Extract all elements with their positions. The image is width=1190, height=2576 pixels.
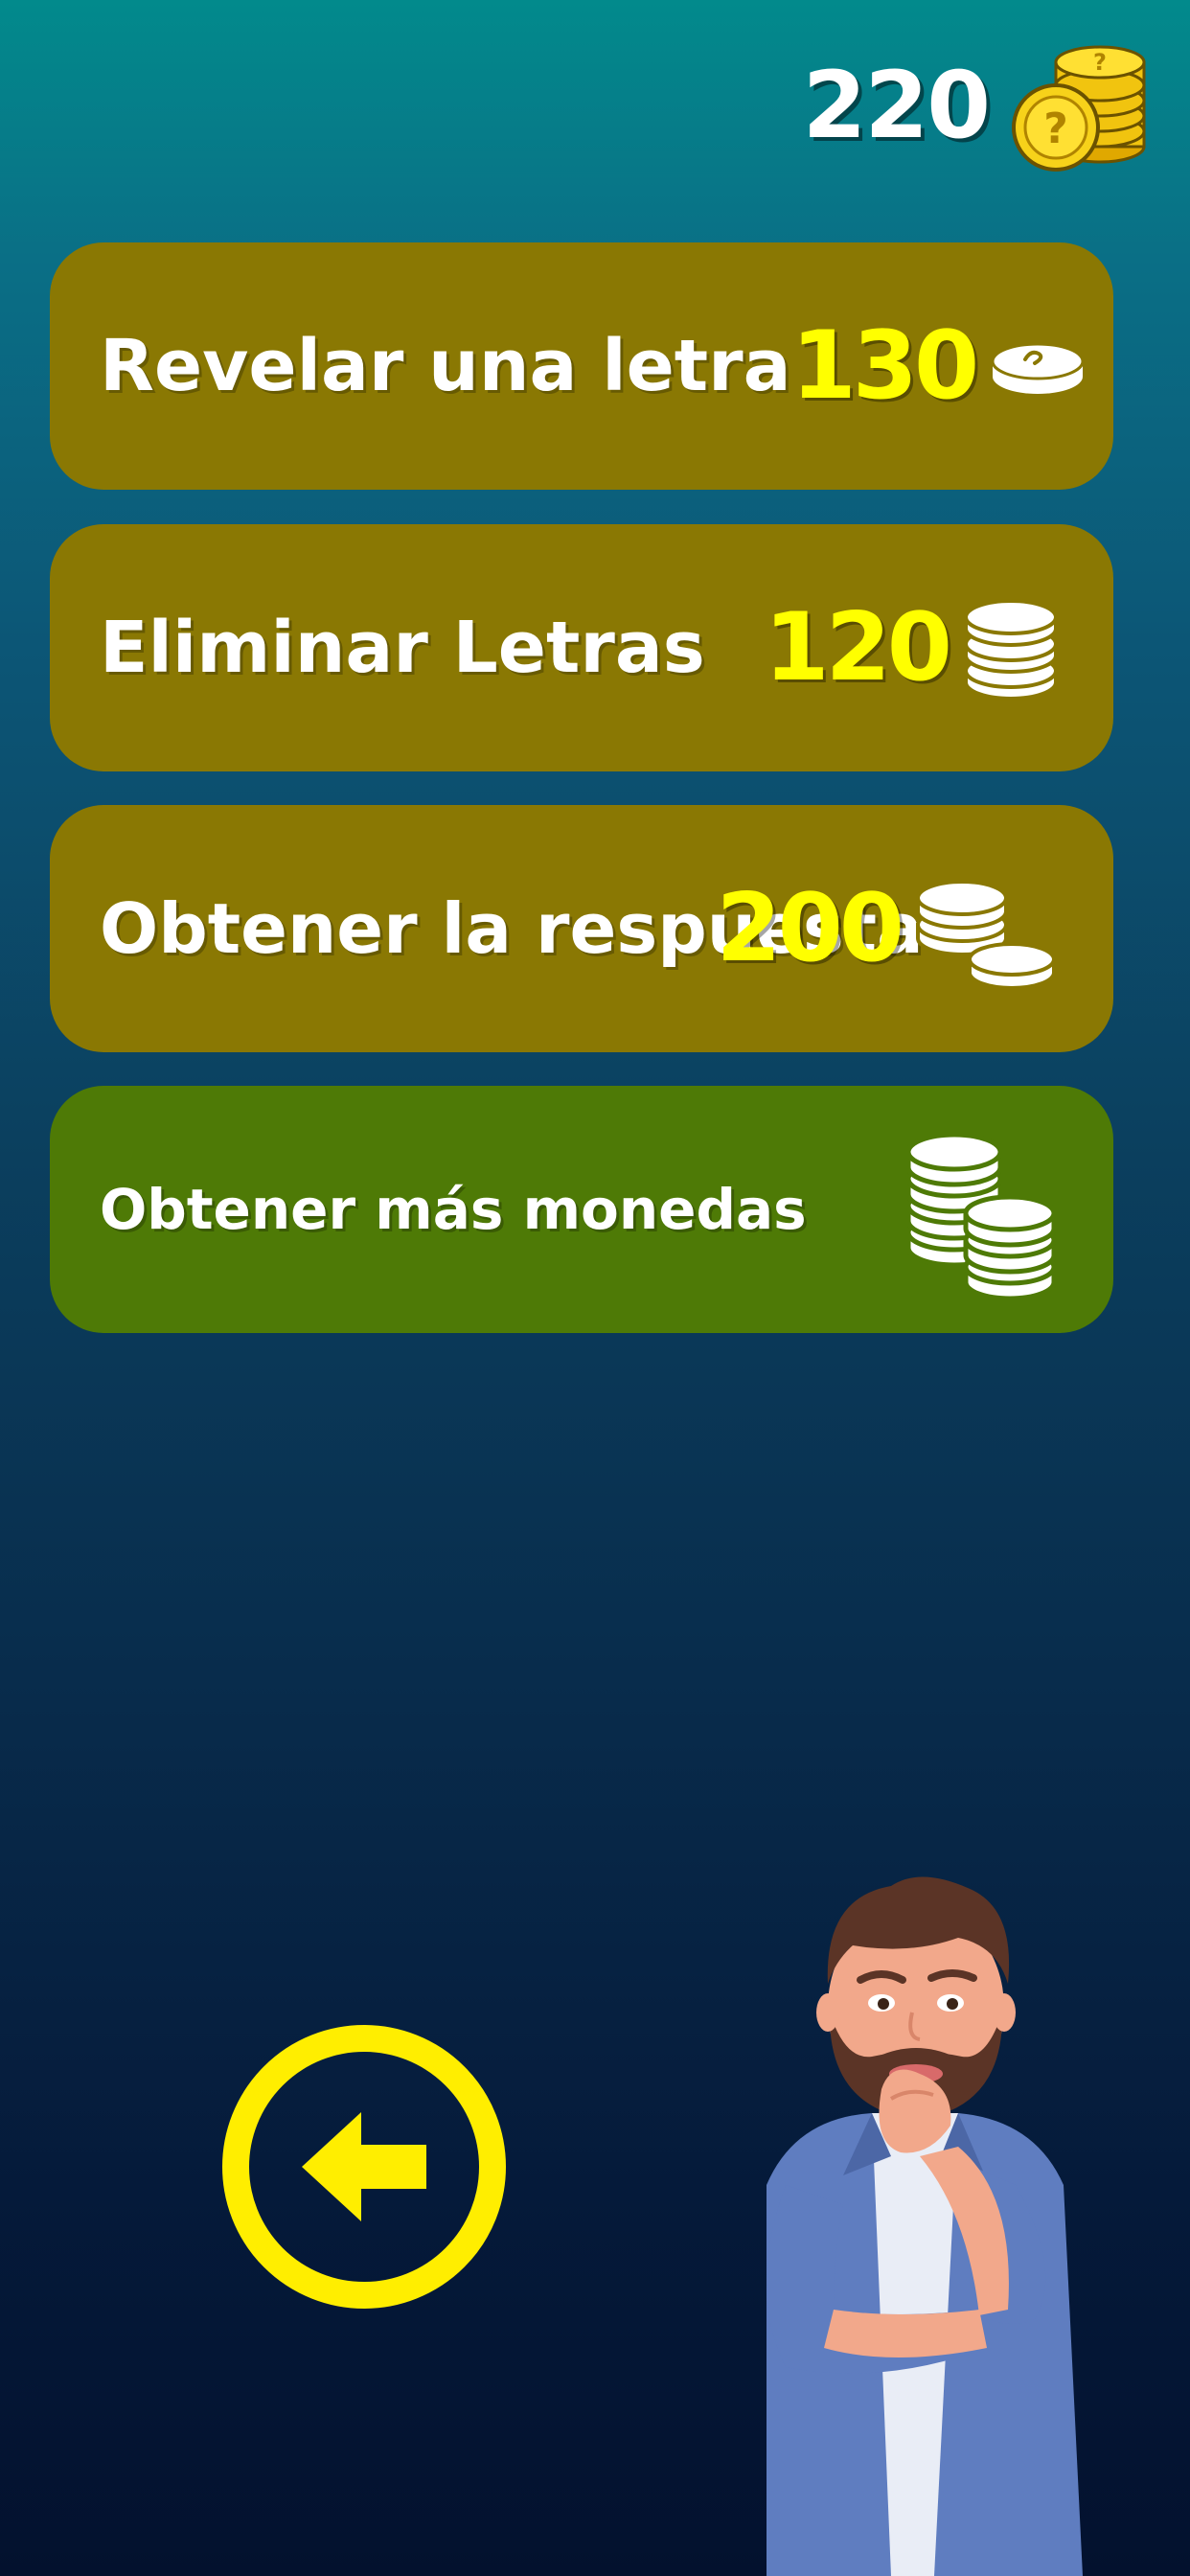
back-button[interactable] xyxy=(222,2025,506,2309)
get-answer-cost: 200 xyxy=(716,874,904,983)
coin-stacks-icon xyxy=(916,880,1056,990)
reveal-letter-label: Revelar una letra xyxy=(100,325,791,407)
svg-text:?: ? xyxy=(1093,49,1107,76)
coin-balance: 220 ? ? xyxy=(803,29,1152,182)
get-more-coins-label: Obtener más monedas xyxy=(100,1177,807,1242)
coin-stacks-icon xyxy=(905,1132,1057,1301)
coin-balance-value: 220 xyxy=(802,52,991,159)
get-answer-label: Obtener la respuesta xyxy=(100,887,924,969)
remove-letters-label: Eliminar Letras xyxy=(100,607,705,689)
gold-coins-icon: ? ? xyxy=(1012,45,1146,172)
get-more-coins-button[interactable]: Obtener más monedas xyxy=(50,1086,1113,1333)
arrow-left-icon xyxy=(302,2112,426,2221)
thinking-man-illustration xyxy=(767,1876,1083,2576)
get-answer-button[interactable]: Obtener la respuesta 200 xyxy=(50,805,1113,1052)
remove-letters-button[interactable]: Eliminar Letras 120 xyxy=(50,524,1113,771)
remove-letters-cost: 120 xyxy=(764,593,952,702)
reveal-letter-cost: 130 xyxy=(790,311,980,421)
svg-text:?: ? xyxy=(1043,104,1068,153)
single-coin-icon xyxy=(991,342,1085,394)
reveal-letter-button[interactable]: Revelar una letra 130 xyxy=(50,242,1113,490)
coin-stack-icon xyxy=(964,599,1058,701)
